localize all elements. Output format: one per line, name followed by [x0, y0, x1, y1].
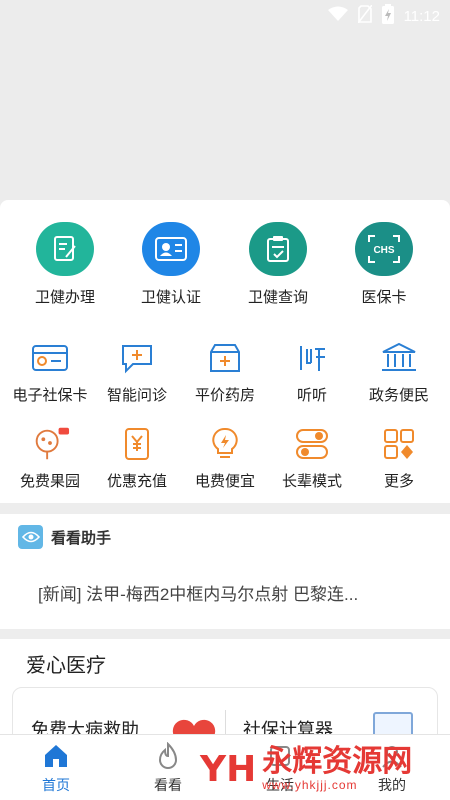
service-label: 医保卡	[361, 289, 407, 306]
medical-section: 爱心医疗 免费大病救助 社保计算器	[0, 639, 450, 734]
clipboard-check-icon	[249, 222, 307, 276]
eye-icon	[18, 525, 43, 549]
heart-icon	[169, 718, 219, 734]
service-weijian-auth[interactable]: 卫健认证	[126, 222, 216, 307]
document-edit-icon	[36, 222, 94, 276]
battery-icon	[381, 3, 394, 29]
pharmacy-icon	[205, 340, 245, 376]
watermark-logo-icon: YH	[200, 748, 257, 790]
news-headline[interactable]: [新闻] 法甲-梅西2中框内马尔点射 巴黎连...	[38, 580, 358, 605]
medical-title: 爱心医疗	[26, 655, 106, 677]
wifi-icon	[327, 6, 348, 27]
grid-label: 电费便宜	[194, 473, 255, 490]
grid-more-icon	[379, 426, 419, 462]
grid-label: 电子社保卡	[12, 387, 88, 404]
grid-item-listen[interactable]: 听听	[267, 340, 357, 405]
chs-text: CHS	[373, 245, 394, 256]
status-bar: 11:12	[0, 0, 450, 32]
yuan-phone-icon	[117, 426, 157, 462]
grid-label: 智能问诊	[106, 387, 167, 404]
watermark-main: 永辉资源网	[262, 745, 413, 778]
grid-label: 长辈模式	[281, 473, 342, 490]
service-weijian-query[interactable]: 卫健查询	[233, 222, 323, 307]
grid-item-social-card[interactable]: 电子社保卡	[5, 340, 95, 405]
home-icon	[11, 741, 101, 771]
watermark: YH 永辉资源网 www.yhkjjj.com	[200, 742, 440, 796]
assistant-title: 看看助手	[51, 529, 112, 547]
listen-icon	[292, 340, 332, 376]
grid-item-government[interactable]: 政务便民	[354, 340, 444, 405]
watermark-text: 永辉资源网 www.yhkjjj.com	[262, 745, 413, 793]
medical-card: 免费大病救助 社保计算器	[12, 687, 438, 734]
no-sim-icon	[356, 4, 373, 28]
watermark-sub: www.yhkjjj.com	[262, 778, 358, 792]
grid-row-2: 免费果园 优惠充值 电费便宜 长辈模式 更多	[0, 426, 450, 496]
fruit-tree-icon	[30, 426, 70, 462]
calculator-icon	[373, 712, 413, 734]
grid-label: 免费果园	[19, 473, 80, 490]
grid-item-electricity[interactable]: 电费便宜	[180, 426, 270, 491]
service-panel: 卫健办理 卫健认证 卫健查询 CHS 医保卡 电子社保卡 智能问诊 平价药房 听…	[0, 200, 450, 503]
service-weijian-handle[interactable]: 卫健办理	[20, 222, 110, 307]
service-label: 卫健办理	[34, 289, 95, 306]
free-aid-link[interactable]: 免费大病救助	[31, 716, 139, 734]
service-label: 卫健认证	[140, 289, 201, 306]
assistant-card[interactable]: 看看助手 [新闻] 法甲-梅西2中框内马尔点射 巴黎连...	[0, 514, 450, 629]
service-label: 卫健查询	[247, 289, 308, 306]
chs-scan-icon: CHS	[355, 222, 413, 276]
status-time: 11:12	[403, 7, 440, 25]
toggle-switch-icon	[292, 426, 332, 462]
service-medical-card[interactable]: CHS 医保卡	[339, 222, 429, 307]
tab-home[interactable]: 首页	[11, 741, 101, 795]
grid-item-fruit-orchard[interactable]: 免费果园	[5, 426, 95, 491]
grid-label: 平价药房	[194, 387, 255, 404]
grid-label: 优惠充值	[106, 473, 167, 490]
assistant-header: 看看助手	[18, 524, 111, 550]
grid-item-recharge[interactable]: 优惠充值	[92, 426, 182, 491]
lightbulb-bolt-icon	[205, 426, 245, 462]
social-card-icon	[30, 340, 70, 376]
tab-label: 首页	[42, 777, 70, 793]
id-card-icon	[142, 222, 200, 276]
grid-row-1: 电子社保卡 智能问诊 平价药房 听听 政务便民	[0, 340, 450, 410]
grid-item-smart-consult[interactable]: 智能问诊	[92, 340, 182, 405]
grid-item-pharmacy[interactable]: 平价药房	[180, 340, 270, 405]
chat-plus-icon	[117, 340, 157, 376]
grid-label: 更多	[383, 473, 414, 490]
grid-label: 政务便民	[368, 387, 429, 404]
government-building-icon	[379, 340, 419, 376]
grid-label: 听听	[296, 387, 327, 404]
top-services: 卫健办理 卫健认证 卫健查询 CHS 医保卡	[0, 222, 450, 312]
insurance-calculator-link[interactable]: 社保计算器	[243, 716, 333, 734]
grid-item-more[interactable]: 更多	[354, 426, 444, 491]
card-divider	[225, 710, 226, 734]
grid-item-elder-mode[interactable]: 长辈模式	[267, 426, 357, 491]
